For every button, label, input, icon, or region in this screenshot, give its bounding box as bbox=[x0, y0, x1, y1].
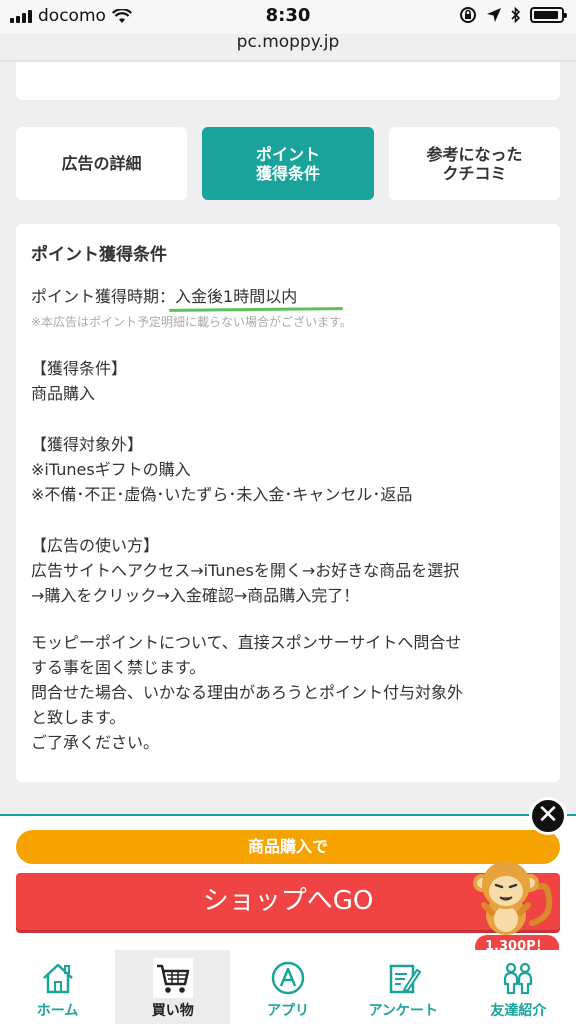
location-icon bbox=[487, 8, 501, 22]
warning-line: ご了承ください。 bbox=[31, 733, 160, 752]
nav-label-shopping: 買い物 bbox=[151, 1003, 194, 1019]
exclusions-block: 【獲得対象外】 ※iTunesギフトの購入 ※不備･不正･虚偽･いたずら･未入金… bbox=[31, 432, 545, 507]
friends-icon bbox=[504, 962, 533, 995]
nav-item-shopping[interactable]: 買い物 bbox=[115, 950, 231, 1024]
nav-label-invite-friends: 友達紹介 bbox=[490, 1003, 547, 1019]
nav-item-home[interactable]: ホーム bbox=[0, 950, 115, 1024]
nav-item-app[interactable]: アプリ bbox=[230, 950, 345, 1024]
exclusions-heading: 【獲得対象外】 bbox=[31, 435, 144, 454]
highlight-underline bbox=[169, 307, 344, 312]
nav-item-invite-friends[interactable]: 友達紹介 bbox=[461, 950, 576, 1024]
battery-icon bbox=[530, 7, 567, 23]
nav-item-survey[interactable]: アンケート bbox=[346, 950, 461, 1024]
cart-icon bbox=[152, 958, 193, 998]
nav-label-survey: アンケート bbox=[368, 1003, 438, 1019]
tab-point-conditions[interactable]: ポイント 獲得条件 bbox=[202, 127, 374, 200]
warning-line: 問合せた場合、いかなる理由があろうとポイント付与対象外 bbox=[31, 683, 464, 702]
rotation-lock-icon bbox=[460, 7, 476, 23]
exclusions-line: ※不備･不正･虚偽･いたずら･未入金･キャンセル･返品 bbox=[31, 485, 413, 504]
tab-helpful-reviews[interactable]: 参考になった クチコミ bbox=[389, 127, 560, 200]
usage-line: →購入をクリック→入金確認→商品購入完了！ bbox=[31, 586, 360, 605]
conditions-block: 【獲得条件】 商品購入 bbox=[31, 356, 545, 406]
home-icon bbox=[42, 963, 73, 994]
tab-ad-details-label: 広告の詳細 bbox=[61, 154, 142, 173]
warning-block: モッピーポイントについて、直接スポンサーサイトへ問合せ する事を固く禁じます。 … bbox=[31, 630, 545, 755]
tab-ad-details[interactable]: 広告の詳細 bbox=[16, 127, 187, 200]
section-title: ポイント獲得条件 bbox=[31, 245, 167, 265]
tab-point-conditions-label: ポイント 獲得条件 bbox=[255, 144, 320, 183]
conditions-heading: 【獲得条件】 bbox=[31, 359, 128, 378]
bottom-navigation: ホーム 買い物 アプリ アンケート 友達紹介 bbox=[0, 950, 576, 1024]
usage-heading: 【広告の使い方】 bbox=[31, 536, 160, 555]
nav-label-home: ホーム bbox=[36, 1003, 79, 1019]
point-timing-value: 入金後1時間以内 bbox=[175, 287, 298, 306]
tab-helpful-reviews-label: 参考になった クチコミ bbox=[426, 144, 523, 183]
notice-text: ※本広告はポイント予定明細に載らない場合がございます。 bbox=[31, 315, 352, 329]
status-icons bbox=[459, 6, 567, 24]
point-timing-label: ポイント獲得時期： bbox=[31, 287, 176, 306]
bluetooth-icon bbox=[511, 6, 521, 24]
warning-line: する事を固く禁じます。 bbox=[31, 658, 206, 677]
status-bar: docomo 8:30 bbox=[0, 0, 576, 34]
usage-line: 広告サイトへアクセス→iTunesを開く→お好きな商品を選択 bbox=[31, 561, 460, 580]
survey-icon bbox=[389, 964, 422, 994]
point-conditions-card: ポイント獲得条件 ポイント獲得時期：入金後1時間以内 ※本広告はポイント予定明細… bbox=[16, 224, 560, 782]
address-bar-url[interactable]: pc.moppy.jp bbox=[0, 32, 576, 52]
usage-block: 【広告の使い方】 広告サイトへアクセス→iTunesを開く→お好きな商品を選択 … bbox=[31, 533, 545, 608]
nav-label-app: アプリ bbox=[267, 1003, 309, 1019]
exclusions-line: ※iTunesギフトの購入 bbox=[31, 460, 191, 479]
warning-line: と致します。 bbox=[31, 708, 126, 727]
app-icon bbox=[271, 961, 305, 995]
close-promo-button[interactable]: ✕ bbox=[529, 797, 567, 835]
previous-section-card bbox=[16, 62, 560, 100]
mascot-monkey-icon bbox=[473, 861, 553, 935]
conditions-text: 商品購入 bbox=[31, 384, 96, 403]
point-timing: ポイント獲得時期：入金後1時間以内 bbox=[31, 283, 344, 312]
warning-line: モッピーポイントについて、直接スポンサーサイトへ問合せ bbox=[31, 633, 462, 652]
